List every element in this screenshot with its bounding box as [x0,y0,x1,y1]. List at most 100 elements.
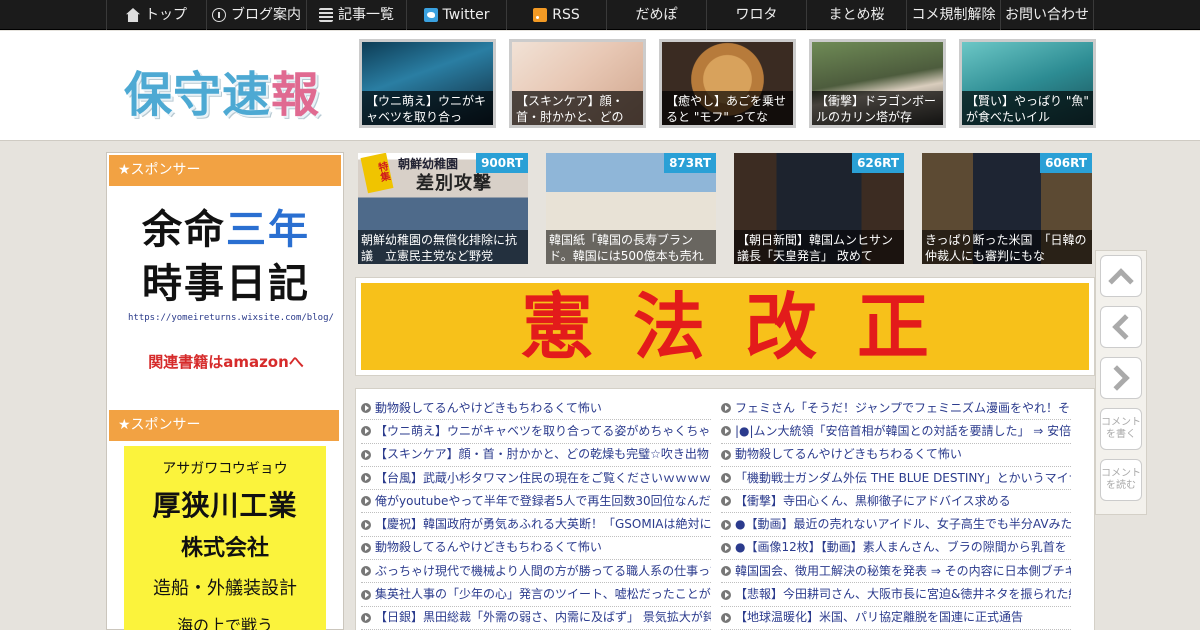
amazon-link[interactable]: 関連書籍はamazonへ [128,351,324,372]
antenna-link[interactable]: 俺がyoutubeやって半年で登録者5人で再生回数30回位なんだが [361,490,711,514]
comment-write-button[interactable]: コメントを書く [1100,408,1142,450]
antenna-link[interactable]: 動物殺してるんやけどきもちわるくて怖い [361,397,711,421]
antenna-link[interactable]: ●【画像12枚】【動画】素人まんさん、ブラの隙間から乳首を [721,537,1071,561]
nav-item-1[interactable]: ブログ案内 [206,0,306,30]
antenna-link[interactable]: 【衝撃】寺田心くん、黒柳徹子にアドバイス求める [721,490,1071,514]
arrow-bullet-icon [361,449,371,460]
featured-thumb[interactable]: 【賢い】やっぱり "魚" が食べたいイル [959,39,1096,128]
antenna-link[interactable]: 集英社人事の「少年の心」発言のツイート、嘘松だったことが [361,583,711,607]
thumb-caption: きっぱり断った米国 「日韓の仲裁人にも審判にもな [922,230,1092,264]
ad2-slogan: 海の上で戦う [176,616,273,630]
featured-thumb[interactable]: 【ウニ萌え】ウニがキャベツを取り合っ [359,39,496,128]
ad2-kk: 株式会社 [180,536,269,561]
scroll-top-button[interactable] [1100,255,1142,297]
arrow-bullet-icon [721,612,731,623]
chevron-up-icon [1108,268,1134,294]
ad2-company: 厚狭川工業 [152,489,298,522]
nav-item-7[interactable]: まとめ桜 [806,0,906,30]
trending-thumb[interactable]: 873RT 韓国紙「韓国の長寿ブランド。韓国には500億本も売れ [546,153,716,264]
nav-item-9[interactable]: お問い合わせ [1000,0,1094,30]
antenna-link[interactable]: 【地球温暖化】米国、パリ協定離脱を国連に正式通告 [721,607,1071,630]
nav-item-label: トップ [145,7,187,23]
arrow-bullet-icon [721,449,731,460]
antenna-link[interactable]: 韓国国会、徴用工解決の秘策を発表 ⇒ その内容に日本側ブチギレ [721,560,1071,584]
arrow-bullet-icon [361,426,371,437]
antenna-link-text: 【スキンケア】顔・首・肘かかと、どの乾燥も完璧☆吹き出物 [375,447,709,462]
featured-thumb[interactable]: 【衝撃】ドラゴンボールのカリン塔が存 [809,39,946,128]
nav-item-label: だめぽ [635,7,678,23]
arrow-bullet-icon [721,566,731,577]
arrow-bullet-icon [721,519,731,530]
antenna-link[interactable]: 動物殺してるんやけどきもちわるくて怖い [721,444,1071,467]
constitution-banner[interactable]: 憲法改正 [355,277,1095,376]
nav-item-label: ワロタ [735,7,778,23]
nav-item-4[interactable]: RSS [506,0,606,30]
nav-item-0[interactable]: トップ [106,0,206,30]
antenna-link-text: ぶっちゃけ現代で機械より人間の方が勝ってる職人系の仕事って [375,563,711,578]
rt-count-badge: 873RT [664,153,716,173]
antenna-link-text: 動物殺してるんやけどきもちわるくて怖い [375,400,602,415]
antenna-link[interactable]: 【ウニ萌え】ウニがキャベツを取り合ってる姿がめちゃくちゃかわいい [361,420,711,444]
sponsor-ad-asagawa[interactable]: アサガワコウギョウ 厚狭川工業 株式会社 造船・外艤装設計 海の上で戦う [124,446,326,630]
antenna-link[interactable]: ●【動画】最近の売れないアイドル、女子高生でも半分AVみたい [721,513,1071,537]
list-icon [319,8,333,22]
comment-read-button[interactable]: コメントを読む [1100,459,1142,501]
sponsor-ad-yomei[interactable]: 余命三年 時事日記 https://yomeireturns.wixsite.c… [128,203,334,372]
top-navigation-bar: トップ ブログ案内 記事一覧 Twitter RSS だめぽ ワロタ まとめ桜 コメ規制解除 お問… [0,0,1200,30]
nav-item-label: ブログ案内 [231,7,301,23]
trending-thumb[interactable]: 606RT きっぱり断った米国 「日韓の仲裁人にも審判にもな [922,153,1092,264]
featured-thumb[interactable]: 【癒やし】あごを乗せると "モフ" ってな [659,39,796,128]
sponsor-heading-2: ★スポンサー [109,410,339,441]
thumb-caption: 朝鮮幼稚園の無償化排除に抗議 立憲民主党など野党 [358,230,528,264]
thumb-caption: 【スキンケア】顔・首・肘かかと、どの [512,91,643,125]
prev-article-button[interactable] [1100,306,1142,348]
antenna-link[interactable]: 動物殺してるんやけどきもちわるくて怖い [361,537,711,561]
arrow-bullet-icon [361,589,371,600]
arrow-bullet-icon [361,496,371,507]
nav-item-5[interactable]: だめぽ [606,0,706,30]
thumb-caption: 【衝撃】ドラゴンボールのカリン塔が存 [812,91,943,125]
site-logo[interactable]: 保守速報 [124,55,320,125]
nav-item-label: まとめ桜 [828,7,885,23]
rt-count-badge: 900RT [476,153,528,173]
antenna-link[interactable]: 【スキンケア】顔・首・肘かかと、どの乾燥も完璧☆吹き出物 [361,444,711,467]
antenna-link[interactable]: 【台風】武蔵小杉タワマン住民の現在をご覧くださいｗｗｗｗ [361,467,711,491]
arrow-bullet-icon [721,496,731,507]
featured-thumb[interactable]: 【スキンケア】顔・首・肘かかと、どの [509,39,646,128]
nav-item-3[interactable]: Twitter [406,0,506,30]
ad2-business: 造船・外艤装設計 [153,578,297,599]
antenna-column-right: フェミさん「そうだ！ジャンプでフェミニズム漫画をやれ！そ |●|ムン大統領「安倍首… [721,397,1071,630]
rt-count-badge: 606RT [1040,153,1092,173]
arrow-bullet-icon [361,519,371,530]
twitter-icon [423,8,438,22]
antenna-link[interactable]: 「機動戦士ガンダム外伝 THE BLUE DESTINY」とかいうマイナー [721,467,1071,491]
antenna-link-text: |●|ムン大統領「安倍首相が韓国との対話を要請した」 ⇒ 安倍首 [735,423,1071,438]
antenna-link[interactable]: 【慶祝】韓国政府が勇気あふれる大英断！「GSOMIAは絶対に [361,513,711,537]
trending-thumb[interactable]: 626RT 【朝日新聞】韓国ムンヒサン議長「天皇発言」 改めて [734,153,904,264]
nav-item-6[interactable]: ワロタ [706,0,806,30]
banner-text: 憲法改正 [361,283,1089,370]
antenna-link[interactable]: フェミさん「そうだ！ジャンプでフェミニズム漫画をやれ！そ [721,397,1071,421]
arrow-bullet-icon [721,403,731,414]
chevron-left-icon [1112,314,1138,340]
thumb-caption: 【ウニ萌え】ウニがキャベツを取り合っ [362,91,493,125]
nav-item-label: お問い合わせ [1005,7,1089,23]
nav-item-8[interactable]: コメ規制解除 [906,0,1000,30]
trending-thumb[interactable]: 特集 朝鮮幼稚園 差別攻撃 900RT 朝鮮幼稚園の無償化排除に抗議 立憲民主党… [358,153,528,264]
antenna-link-text: 【台風】武蔵小杉タワマン住民の現在をご覧くださいｗｗｗｗ [375,470,711,485]
arrow-bullet-icon [721,473,731,484]
antenna-link[interactable]: 【悲報】今田耕司さん、大阪市長に宮迫&徳井ネタを振られた結果 [721,583,1071,607]
ad-title-part: 余命 [142,207,226,253]
sponsor-heading: ★スポンサー [109,155,341,186]
antenna-link[interactable]: ぶっちゃけ現代で機械より人間の方が勝ってる職人系の仕事って [361,560,711,584]
antenna-link-text: 動物殺してるんやけどきもちわるくて怖い [735,447,962,462]
nav-item-2[interactable]: 記事一覧 [306,0,406,30]
header-featured-thumbs: 【ウニ萌え】ウニがキャベツを取り合っ 【スキンケア】顔・首・肘かかと、どの 【癒… [359,39,1096,128]
antenna-link[interactable]: |●|ムン大統領「安倍首相が韓国との対話を要請した」 ⇒ 安倍首 [721,420,1071,444]
antenna-link-text: 集英社人事の「少年の心」発言のツイート、嘘松だったことが [375,587,711,602]
antenna-link[interactable]: 【日銀】黒田総裁「外需の弱さ、内需に及ばず」 景気拡大が鈍 [361,607,711,630]
antenna-link-list: 動物殺してるんやけどきもちわるくて怖い 【ウニ萌え】ウニがキャベツを取り合ってる姿… [355,388,1095,630]
next-article-button[interactable] [1100,357,1142,399]
ad-title-highlight: 三年 [226,207,310,253]
arrow-bullet-icon [721,542,731,553]
